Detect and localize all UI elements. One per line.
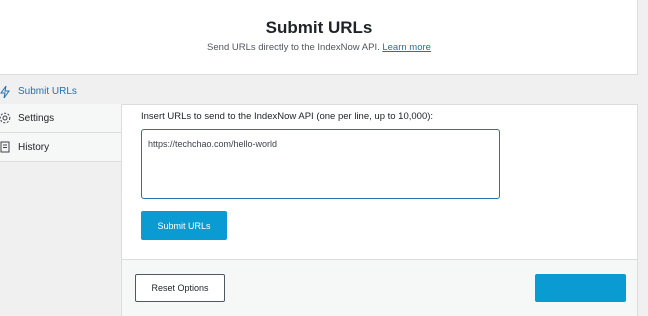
page-title: Submit URLs — [265, 18, 373, 37]
lightning-icon — [0, 85, 10, 99]
urls-field-label: Insert URLs to send to the IndexNow API … — [141, 111, 434, 122]
options-footer: Reset Options — [122, 259, 637, 316]
sidebar-nav: Submit URLs Settings History — [0, 78, 121, 162]
page-header: Submit URLs Send URLs directly to the In… — [0, 0, 638, 75]
nav-item-history[interactable]: History — [0, 133, 121, 162]
submit-urls-button[interactable]: Submit URLs — [141, 211, 227, 240]
urls-textarea[interactable]: https://techchao.com/hello-world — [141, 129, 500, 199]
learn-more-link[interactable]: Learn more — [382, 42, 431, 53]
submit-panel: Insert URLs to send to the IndexNow API … — [121, 104, 638, 316]
history-icon — [0, 141, 10, 153]
gear-icon — [0, 112, 11, 124]
nav-item-settings[interactable]: Settings — [0, 104, 121, 133]
subtitle-text: Send URLs directly to the IndexNow API. — [207, 42, 380, 53]
nav-item-label: History — [18, 141, 50, 153]
page-subtitle: Send URLs directly to the IndexNow API. … — [0, 42, 638, 53]
nav-item-label: Submit URLs — [18, 85, 77, 97]
save-options-button[interactable] — [535, 274, 626, 302]
reset-options-button[interactable]: Reset Options — [135, 274, 225, 302]
nav-item-submit-urls[interactable]: Submit URLs — [0, 78, 121, 104]
nav-item-label: Settings — [18, 112, 55, 124]
